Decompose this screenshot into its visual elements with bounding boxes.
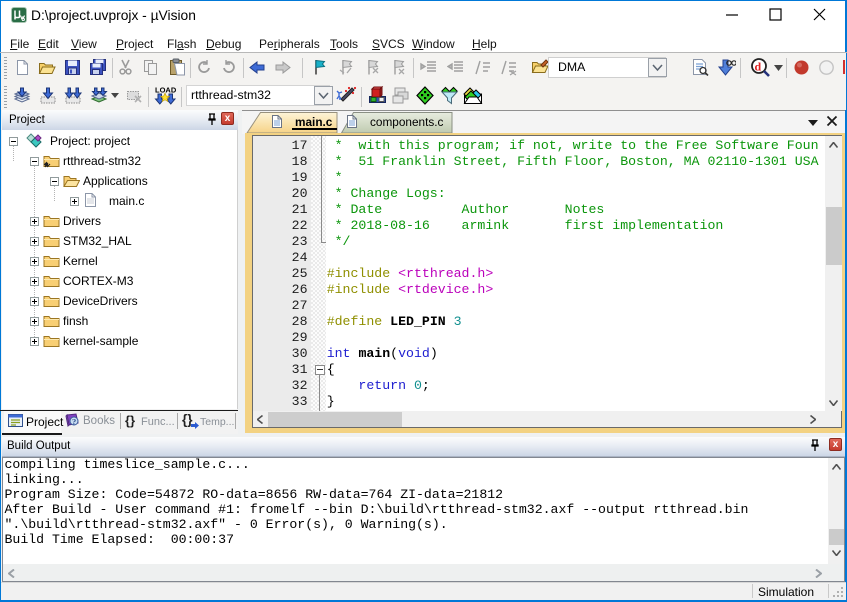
svg-text:LOAD: LOAD [155,86,177,95]
svg-text:d: d [755,60,762,74]
svg-text:5: 5 [22,16,26,23]
svg-text:?: ? [72,417,76,427]
